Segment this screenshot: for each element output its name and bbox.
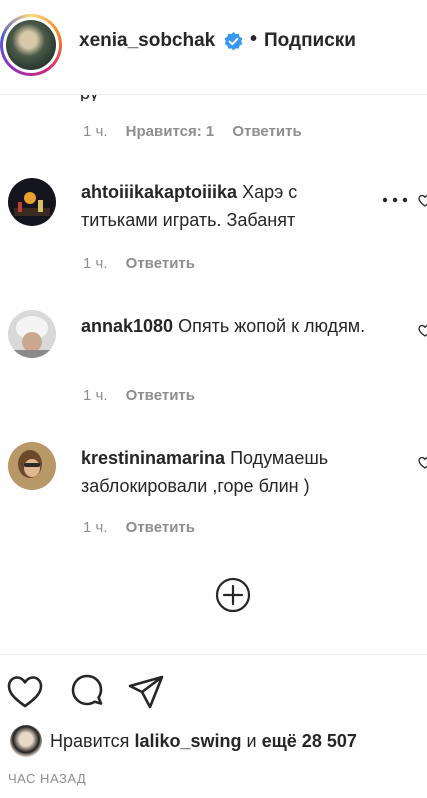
comment-meta: 1 ч. Ответить [83, 387, 195, 404]
header-username[interactable]: xenia_sobchak [79, 30, 215, 52]
post-header: xenia_sobchak • Подписки [0, 0, 427, 95]
comment-username[interactable]: ahtoiiikakaptoiiika [81, 182, 237, 202]
send-icon[interactable] [127, 673, 165, 711]
partial-comment-meta: 1 ч. Нравится: 1 Ответить [83, 123, 302, 140]
comment-username[interactable]: annak1080 [81, 316, 173, 336]
comment-icon[interactable] [68, 673, 106, 711]
header-separator: • [250, 28, 258, 50]
comment-like-icon[interactable] [418, 456, 427, 470]
plus-circle-icon[interactable] [215, 577, 251, 613]
comment-username[interactable]: krestininamarina [81, 448, 225, 468]
reply-button[interactable]: Ответить [126, 519, 195, 536]
reply-button[interactable]: Ответить [126, 387, 195, 404]
likes-count[interactable]: ещё 28 507 [262, 731, 357, 751]
comment-meta: 1 ч. Ответить [83, 255, 195, 272]
likes-prefix: Нравится [50, 731, 130, 751]
comment-avatar[interactable] [8, 442, 56, 490]
more-options-icon[interactable] [381, 194, 409, 206]
divider [0, 654, 427, 655]
likes-summary: Нравится laliko_swing и ещё 28 507 [8, 723, 427, 759]
likes-conjunction: и [246, 731, 257, 751]
post-timestamp: ЧАС НАЗАД [8, 771, 87, 786]
comment-body: Опять жопой к людям. [178, 316, 366, 336]
liker-username[interactable]: laliko_swing [134, 731, 241, 751]
partial-comment-text: ру [80, 95, 120, 101]
heart-icon[interactable] [6, 673, 44, 711]
comment-avatar[interactable] [8, 178, 56, 226]
comment-likes-count[interactable]: Нравится: 1 [126, 123, 215, 140]
comment-meta: 1 ч. Ответить [83, 519, 195, 536]
likes-text: Нравится laliko_swing и ещё 28 507 [50, 731, 357, 752]
reply-button[interactable]: Ответить [232, 123, 301, 140]
verified-badge-icon [224, 32, 243, 51]
comment-text: krestininamarina Подумаешь заблокировали… [81, 444, 371, 500]
reply-button[interactable]: Ответить [126, 255, 195, 272]
comment-time: 1 ч. [83, 387, 108, 404]
liker-avatar[interactable] [10, 725, 42, 757]
profile-avatar[interactable] [0, 14, 62, 76]
comment-text: ahtoiiikakaptoiiika Харэ с титьками игра… [81, 178, 371, 234]
comment-text: annak1080 Опять жопой к людям. [81, 312, 371, 340]
comment-like-icon[interactable] [418, 194, 427, 208]
comment-time: 1 ч. [83, 255, 108, 272]
following-button[interactable]: Подписки [264, 30, 356, 52]
comment-time: 1 ч. [83, 519, 108, 536]
comment-like-icon[interactable] [418, 324, 427, 338]
comment-time: 1 ч. [83, 123, 108, 140]
comment-avatar[interactable] [8, 310, 56, 358]
